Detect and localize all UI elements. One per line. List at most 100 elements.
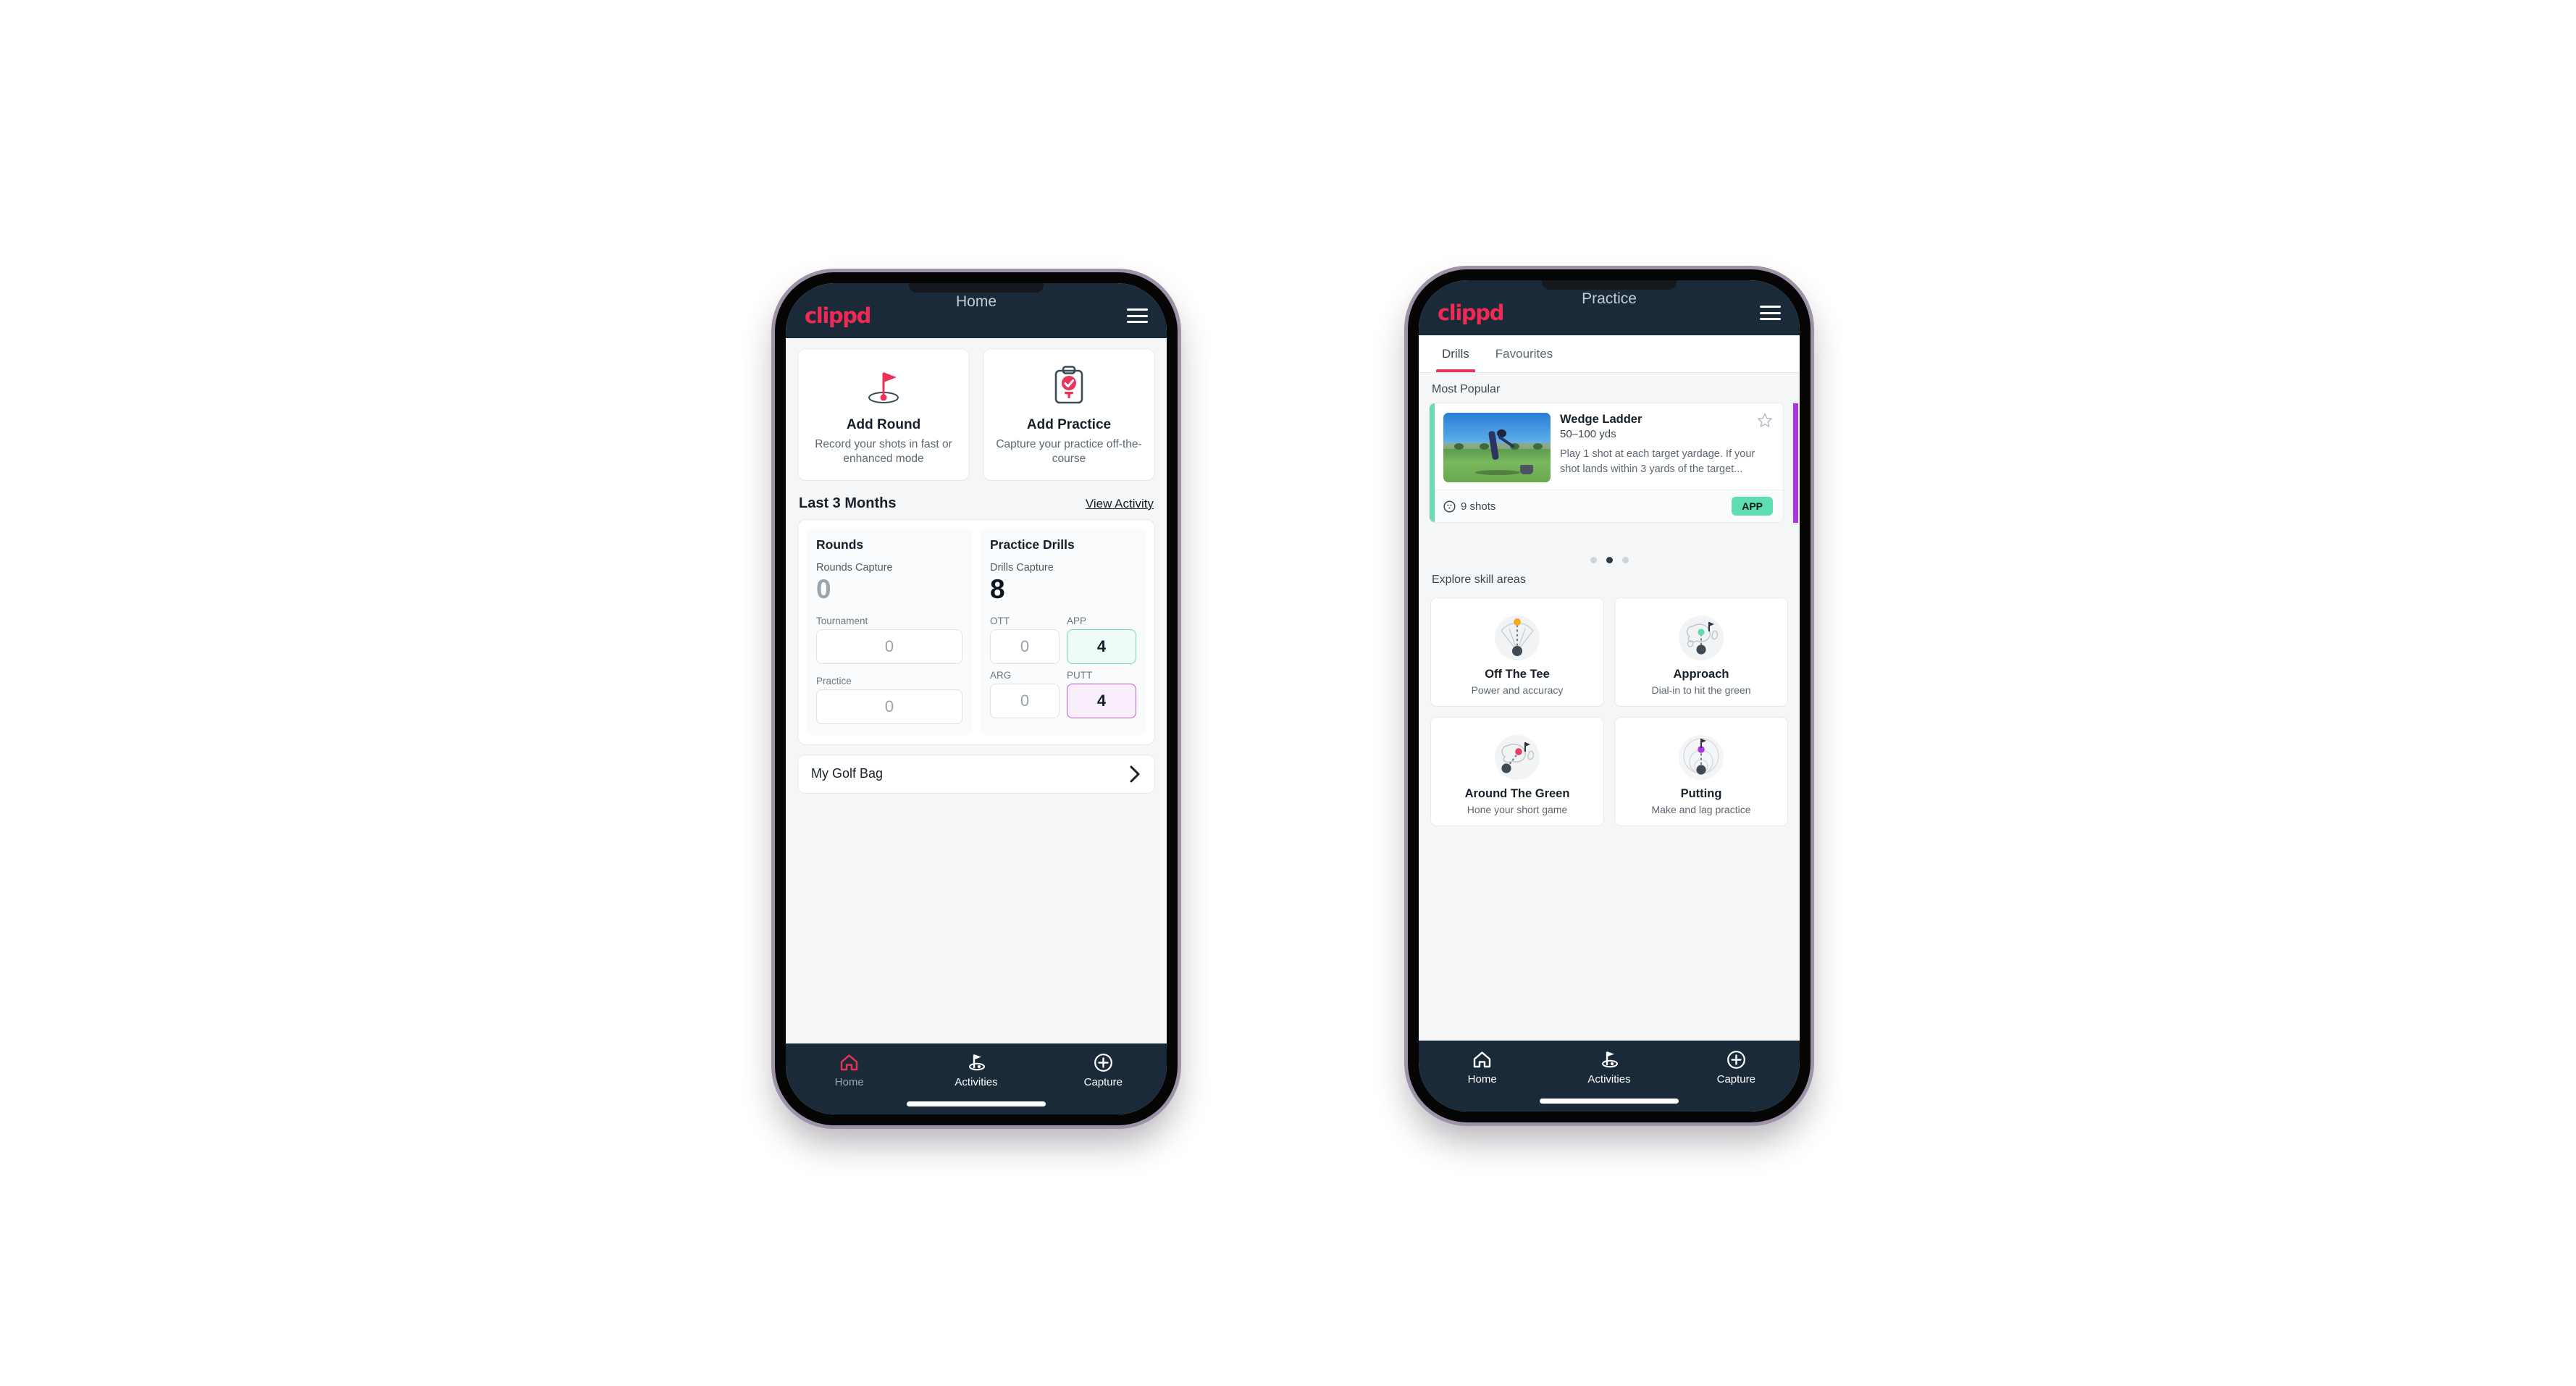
skill-name: Around The Green <box>1464 787 1570 800</box>
drill-header: Wedge Ladder 50–100 yds <box>1560 413 1773 440</box>
practice-label: Practice <box>816 675 852 686</box>
skill-name: Putting <box>1680 787 1722 800</box>
tournament-value[interactable]: 0 <box>816 629 962 664</box>
hamburger-menu-icon[interactable] <box>1127 308 1148 323</box>
clippd-logo[interactable]: clippd <box>1438 301 1504 325</box>
carousel-dot[interactable] <box>1590 557 1597 563</box>
drill-shots: 9 shots <box>1443 500 1495 513</box>
chevron-right-icon <box>1130 765 1140 783</box>
stats-card: Rounds Rounds Capture 0 Tournament 0 Pra… <box>797 518 1155 745</box>
device-notch <box>909 283 1044 293</box>
putt-value[interactable]: 4 <box>1067 683 1136 718</box>
skill-card-putting[interactable]: Putting Make and lag practice <box>1614 717 1788 826</box>
rounds-capture-label: Rounds Capture <box>816 561 893 574</box>
tab-drills[interactable]: Drills <box>1429 335 1482 372</box>
drill-card-wedge-ladder[interactable]: Wedge Ladder 50–100 yds Play 1 shot at e… <box>1429 403 1784 523</box>
drill-card-next-peek[interactable] <box>1792 403 1800 524</box>
carousel-dot[interactable] <box>1621 557 1629 563</box>
drill-thumbnail <box>1443 413 1551 482</box>
explore-skill-areas-label: Explore skill areas <box>1432 574 1526 586</box>
add-round-subtitle: Record your shots in fast or enhanced mo… <box>815 438 952 466</box>
home-icon <box>1419 1049 1545 1070</box>
add-round-card[interactable]: Add Round Record your shots in fast or e… <box>797 348 970 481</box>
my-golf-bag-label: My Golf Bag <box>811 766 884 781</box>
nav-activities[interactable]: Activities <box>912 1052 1039 1088</box>
practice-value[interactable]: 0 <box>816 689 962 724</box>
skill-card-around-the-green[interactable]: Around The Green Hone your short game <box>1430 717 1604 826</box>
around-green-icon <box>1437 726 1598 784</box>
drill-accent-bar <box>1430 403 1435 522</box>
skill-card-off-the-tee[interactable]: Off The Tee Power and accuracy <box>1430 597 1604 707</box>
app-value[interactable]: 4 <box>1067 629 1136 664</box>
view-activity-link[interactable]: View Activity <box>1086 497 1154 511</box>
home-body: Add Round Record your shots in fast or e… <box>786 338 1167 1043</box>
arg-field: ARG 0 <box>990 670 1060 718</box>
practice-bottom-nav: Home Activities Capture <box>1419 1041 1800 1112</box>
practice-field: Practice 0 <box>816 676 962 724</box>
quick-actions-row: Add Round Record your shots in fast or e… <box>786 338 1167 481</box>
rounds-column: Rounds Rounds Capture 0 Tournament 0 Pra… <box>807 528 972 736</box>
carousel-dot-active[interactable] <box>1606 557 1613 563</box>
nav-activities[interactable]: Activities <box>1545 1049 1672 1085</box>
drill-accent-bar <box>1793 403 1798 523</box>
golf-flag-icon <box>1545 1049 1672 1070</box>
add-practice-card[interactable]: Add Practice Capture your practice off-t… <box>983 348 1155 481</box>
golf-ball-icon <box>1443 500 1456 513</box>
nav-home-label: Home <box>1467 1073 1497 1085</box>
drill-meta: Wedge Ladder 50–100 yds Play 1 shot at e… <box>1560 413 1773 482</box>
drills-capture-label: Drills Capture <box>990 561 1054 574</box>
skill-subtitle: Power and accuracy <box>1471 684 1564 696</box>
hamburger-menu-icon[interactable] <box>1760 306 1781 320</box>
plus-circle-icon <box>1040 1052 1167 1072</box>
skill-subtitle: Dial-in to hit the green <box>1651 684 1751 696</box>
golf-flag-hole-icon <box>805 364 962 408</box>
most-popular-label: Most Popular <box>1432 383 1501 395</box>
nav-capture-label: Capture <box>1716 1073 1755 1085</box>
drill-category-badge: APP <box>1732 497 1773 516</box>
home-screen: clippd Home Add Round Record your shots … <box>786 283 1167 1114</box>
nav-capture[interactable]: Capture <box>1673 1049 1800 1085</box>
device-notch <box>1542 280 1677 290</box>
home-indicator-bar <box>907 1101 1046 1106</box>
golf-flag-icon <box>912 1052 1039 1072</box>
tab-favourites[interactable]: Favourites <box>1482 335 1566 372</box>
arg-label: ARG <box>990 669 1012 681</box>
ott-value[interactable]: 0 <box>990 629 1060 664</box>
app-label: APP <box>1067 615 1087 626</box>
drill-shots-label: 9 shots <box>1461 500 1496 513</box>
practice-body: Drills Favourites Most Popular Wedge Lad… <box>1419 335 1800 1041</box>
nav-activities-label: Activities <box>955 1076 998 1088</box>
putt-field: PUTT 4 <box>1067 670 1136 718</box>
arg-value[interactable]: 0 <box>990 683 1060 718</box>
drill-category-grid: OTT 0 APP 4 ARG 0 PUTT 4 <box>990 616 1136 718</box>
practice-drills-column: Practice Drills Drills Capture 8 OTT 0 A… <box>981 528 1146 736</box>
star-outline-icon[interactable] <box>1757 413 1773 431</box>
add-practice-subtitle: Capture your practice off-the-course <box>996 438 1142 466</box>
clipboard-check-icon <box>991 364 1147 408</box>
skill-card-approach[interactable]: Approach Dial-in to hit the green <box>1614 597 1788 707</box>
nav-home[interactable]: Home <box>1419 1049 1545 1085</box>
drill-card-footer: 9 shots APP <box>1430 490 1783 522</box>
practice-drills-heading: Practice Drills <box>990 537 1075 552</box>
my-golf-bag-row[interactable]: My Golf Bag <box>797 754 1155 794</box>
carousel-pagination[interactable] <box>1419 547 1800 563</box>
app-field: APP 4 <box>1067 616 1136 664</box>
most-popular-carousel[interactable]: Wedge Ladder 50–100 yds Play 1 shot at e… <box>1419 403 1800 547</box>
phone-home: clippd Home Add Round Record your shots … <box>775 272 1178 1125</box>
drill-description: Play 1 shot at each target yardage. If y… <box>1560 448 1755 475</box>
nav-home-label: Home <box>834 1076 864 1088</box>
rounds-capture-value: 0 <box>816 574 831 604</box>
tournament-label: Tournament <box>816 615 868 626</box>
nav-capture[interactable]: Capture <box>1040 1052 1167 1088</box>
nav-home[interactable]: Home <box>786 1052 912 1088</box>
skill-subtitle: Hone your short game <box>1467 804 1568 815</box>
section-title: Last 3 Months <box>799 495 897 511</box>
green-approach-icon <box>1621 607 1782 665</box>
tournament-field: Tournament 0 <box>816 616 962 664</box>
drill-distance: 50–100 yds <box>1560 428 1616 440</box>
clippd-logo[interactable]: clippd <box>805 303 871 328</box>
plus-circle-icon <box>1673 1049 1800 1070</box>
practice-screen: clippd Practice Drills Favourites Most P… <box>1419 280 1800 1112</box>
drills-capture-value: 8 <box>990 574 1005 604</box>
add-round-title: Add Round <box>846 417 921 432</box>
